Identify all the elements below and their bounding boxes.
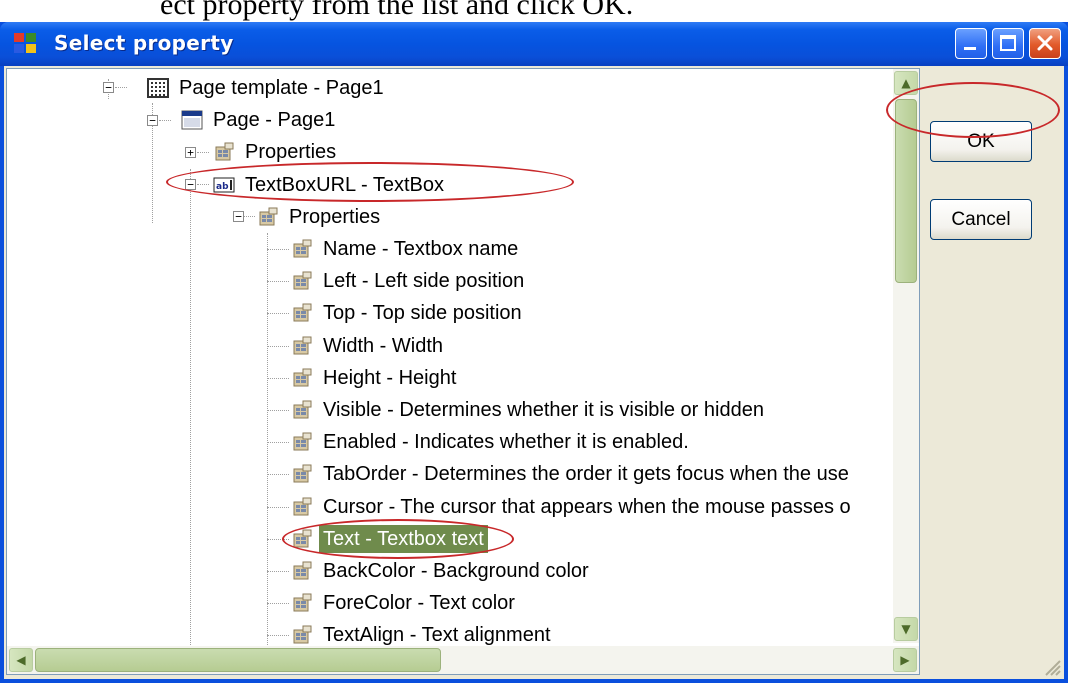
window-title: Select property xyxy=(54,31,234,55)
property-icon xyxy=(291,561,313,581)
tree-node-label: Height - Height xyxy=(323,367,457,389)
tree-node-label: ForeColor - Text color xyxy=(323,592,515,614)
tree-node[interactable]: Properties xyxy=(257,201,384,233)
close-button[interactable] xyxy=(1029,28,1061,59)
tree-node[interactable]: Height - Height xyxy=(291,362,460,394)
tree-node-label: Text - Textbox text xyxy=(319,525,488,553)
tree-node[interactable]: Text - Textbox text xyxy=(291,523,488,555)
properties-icon xyxy=(213,142,235,162)
tree-node-label: TabOrder - Determines the order it gets … xyxy=(323,463,849,485)
tree-node-label: Properties xyxy=(245,141,337,163)
property-tree[interactable]: − − + − − Page template - Page1 Page - Pa… xyxy=(6,68,920,675)
tree-node[interactable]: Page - Page1 xyxy=(181,104,339,136)
property-icon xyxy=(291,625,313,645)
tree-node[interactable]: Top - Top side position xyxy=(291,297,526,329)
vertical-scroll-thumb[interactable] xyxy=(895,99,917,283)
scroll-down-button[interactable]: ▼ xyxy=(894,617,918,641)
caption-text: ect property from the list and click OK. xyxy=(160,0,634,21)
property-icon xyxy=(291,303,313,323)
collapse-toggle-page-template[interactable]: − xyxy=(103,82,114,93)
property-icon xyxy=(291,400,313,420)
page-icon xyxy=(181,110,203,130)
tree-node[interactable]: Name - Textbox name xyxy=(291,233,522,265)
vertical-scrollbar[interactable]: ▲ ▼ xyxy=(893,69,919,643)
tree-node-label: Enabled - Indicates whether it is enable… xyxy=(323,431,689,453)
tree-node-label: Page - Page1 xyxy=(213,109,336,131)
tree-node[interactable]: Enabled - Indicates whether it is enable… xyxy=(291,426,693,458)
scroll-right-button[interactable]: ▶ xyxy=(893,648,917,672)
cancel-button[interactable]: Cancel xyxy=(930,199,1032,240)
property-icon xyxy=(291,271,313,291)
tree-node-label: Top - Top side position xyxy=(323,302,522,324)
tree-node-label: TextAlign - Text alignment xyxy=(323,624,551,646)
minimize-icon xyxy=(964,47,976,50)
page-template-icon xyxy=(147,78,169,98)
property-icon xyxy=(291,239,313,259)
tree-node-label: Name - Textbox name xyxy=(323,238,519,260)
property-icon xyxy=(291,432,313,452)
tree-node-label: Cursor - The cursor that appears when th… xyxy=(323,496,851,518)
property-icon xyxy=(291,464,313,484)
property-icon xyxy=(291,497,313,517)
tree-node[interactable]: Left - Left side position xyxy=(291,265,528,297)
tree-node[interactable]: BackColor - Background color xyxy=(291,555,593,587)
ok-button[interactable]: OK xyxy=(930,121,1032,162)
resize-grip-icon[interactable] xyxy=(1040,655,1062,677)
maximize-button[interactable] xyxy=(992,28,1024,59)
close-icon xyxy=(1037,35,1053,51)
property-icon xyxy=(291,336,313,356)
expand-toggle-page-properties[interactable]: + xyxy=(185,147,196,158)
dialog-client: − − + − − Page template - Page1 Page - Pa… xyxy=(4,66,1064,679)
horizontal-scroll-thumb[interactable] xyxy=(35,648,441,672)
tree-node[interactable]: ForeColor - Text color xyxy=(291,587,519,619)
select-property-dialog: Select property − − + − − Page template … xyxy=(0,22,1068,683)
tree-node-label: TextBoxURL - TextBox xyxy=(245,174,444,196)
property-icon xyxy=(291,529,313,549)
app-icon xyxy=(14,33,38,55)
tree-node[interactable]: Cursor - The cursor that appears when th… xyxy=(291,491,855,523)
tree-node-label: BackColor - Background color xyxy=(323,560,589,582)
tree-node[interactable]: TabOrder - Determines the order it gets … xyxy=(291,458,853,490)
collapse-toggle-textbox-properties[interactable]: − xyxy=(233,211,244,222)
tree-node[interactable]: ab TextBoxURL - TextBox xyxy=(213,169,448,201)
tree-node-label: Page template - Page1 xyxy=(179,77,384,99)
tree-node[interactable]: Properties xyxy=(213,136,340,168)
tree-node-label: Properties xyxy=(289,206,381,228)
scroll-left-button[interactable]: ◀ xyxy=(9,648,33,672)
tree-node[interactable]: Width - Width xyxy=(291,330,447,362)
properties-icon xyxy=(257,207,279,227)
horizontal-scrollbar[interactable]: ◀ ▶ xyxy=(7,646,919,674)
svg-text:ab: ab xyxy=(216,182,229,192)
tree-node[interactable]: Visible - Determines whether it is visib… xyxy=(291,394,768,426)
scroll-up-button[interactable]: ▲ xyxy=(894,71,918,95)
title-bar[interactable]: Select property xyxy=(0,22,1068,66)
tree-node-label: Left - Left side position xyxy=(323,270,525,292)
textbox-icon: ab xyxy=(213,175,235,195)
property-icon xyxy=(291,368,313,388)
minimize-button[interactable] xyxy=(955,28,987,59)
collapse-toggle-page[interactable]: − xyxy=(147,115,158,126)
tree-node-label: Width - Width xyxy=(323,335,444,357)
collapse-toggle-textbox[interactable]: − xyxy=(185,179,196,190)
property-icon xyxy=(291,593,313,613)
maximize-icon xyxy=(1000,35,1016,51)
tree-node[interactable]: Page template - Page1 xyxy=(147,72,388,104)
tree-node-label: Visible - Determines whether it is visib… xyxy=(323,399,764,421)
